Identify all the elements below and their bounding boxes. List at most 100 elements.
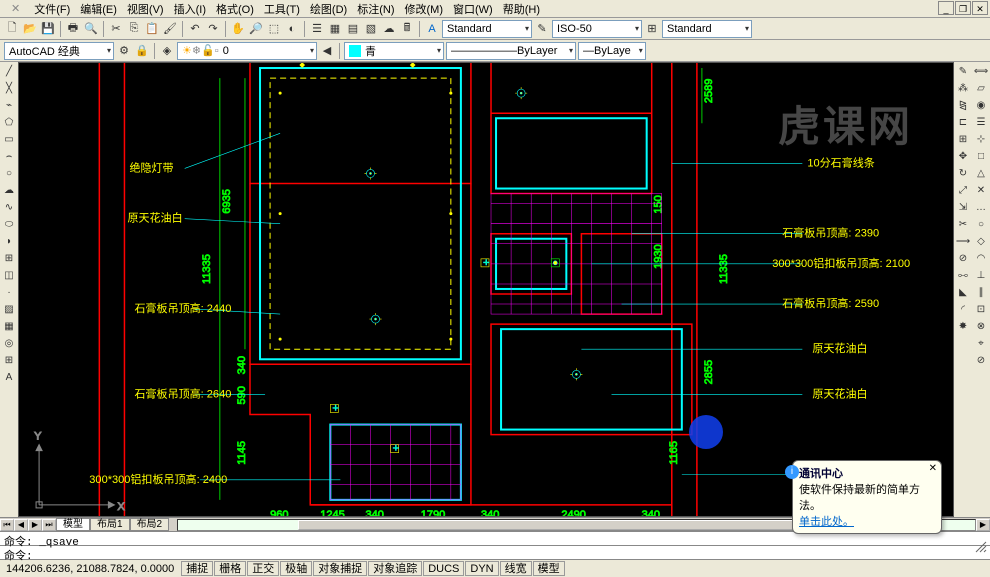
min-button[interactable]: _ <box>938 1 954 15</box>
array-icon[interactable]: ⊞ <box>956 132 971 147</box>
scroll-right-icon[interactable]: ▶ <box>976 519 990 531</box>
drawing-canvas[interactable]: 6935 11335 960 1245 340 1790 340 2490 34… <box>18 62 954 517</box>
dist-icon[interactable]: ⟺ <box>974 64 989 79</box>
layer-mgr-icon[interactable]: ◈ <box>159 43 175 59</box>
scale-icon[interactable]: ⤢ <box>956 183 971 198</box>
linetype-dropdown[interactable]: —————— ByLayer <box>446 42 576 60</box>
close-button[interactable]: ✕ <box>972 1 988 15</box>
osnap-nod-icon[interactable]: ⊗ <box>974 319 989 334</box>
ssm-icon[interactable]: ▧ <box>363 21 379 37</box>
ellipsearc-tool-icon[interactable]: ◗ <box>2 234 17 249</box>
osnap-end-icon[interactable]: □ <box>974 149 989 164</box>
pan-icon[interactable]: ✋ <box>230 21 246 37</box>
osnap-ins-icon[interactable]: ⊡ <box>974 302 989 317</box>
osnap-ext-icon[interactable]: … <box>974 200 989 215</box>
menu-window[interactable]: 窗口(W) <box>450 0 496 18</box>
menu-tools[interactable]: 工具(T) <box>261 0 303 18</box>
hatch-tool-icon[interactable]: ▨ <box>2 302 17 317</box>
arc-tool-icon[interactable]: ⌢ <box>2 149 17 164</box>
menu-modify[interactable]: 修改(M) <box>402 0 447 18</box>
cut-icon[interactable]: ✂ <box>108 21 124 37</box>
restore-button[interactable]: ❐ <box>955 1 971 15</box>
osnap-nea-icon[interactable]: ⌖ <box>974 336 989 351</box>
menu-help[interactable]: 帮助(H) <box>500 0 543 18</box>
menu-file[interactable]: 文件(F) <box>31 0 73 18</box>
dim-style-icon[interactable]: ✎ <box>534 21 550 37</box>
markup-icon[interactable]: ☁ <box>381 21 397 37</box>
lineweight-dropdown[interactable]: — ByLaye <box>578 42 646 60</box>
tp-icon[interactable]: ▤ <box>345 21 361 37</box>
save-icon[interactable]: 💾 <box>40 21 56 37</box>
osnap-qua-icon[interactable]: ◇ <box>974 234 989 249</box>
color-dropdown[interactable]: 青 <box>344 42 444 60</box>
circle-tool-icon[interactable]: ○ <box>2 166 17 181</box>
osnap-mid-icon[interactable]: △ <box>974 166 989 181</box>
area-icon[interactable]: ▱ <box>974 81 989 96</box>
table-style-dropdown[interactable]: Standard <box>662 20 752 38</box>
dyn-toggle[interactable]: DYN <box>465 561 498 576</box>
tab-prev-icon[interactable]: ◀ <box>14 519 28 531</box>
rect-tool-icon[interactable]: ▭ <box>2 132 17 147</box>
block-tool-icon[interactable]: ◫ <box>2 268 17 283</box>
menu-insert[interactable]: 插入(I) <box>171 0 209 18</box>
model-toggle[interactable]: 模型 <box>533 561 565 576</box>
resize-grip-icon[interactable] <box>974 540 988 554</box>
erase-icon[interactable]: ✎ <box>956 64 971 79</box>
osnap-per-icon[interactable]: ⊥ <box>974 268 989 283</box>
zoom-window-icon[interactable]: ⬚ <box>266 21 282 37</box>
tab-first-icon[interactable]: ⏮ <box>0 519 14 531</box>
polar-toggle[interactable]: 极轴 <box>280 561 312 576</box>
layer-dropdown[interactable]: ☀❄🔓▫ 0 <box>177 42 317 60</box>
command-input[interactable]: 命令: <box>0 545 990 559</box>
menu-format[interactable]: 格式(O) <box>213 0 257 18</box>
point-tool-icon[interactable]: · <box>2 285 17 300</box>
extend-icon[interactable]: ⟶ <box>956 234 971 249</box>
region-tool-icon[interactable]: ◎ <box>2 336 17 351</box>
text-style-dropdown[interactable]: Standard <box>442 20 532 38</box>
redo-icon[interactable]: ↷ <box>205 21 221 37</box>
dc-icon[interactable]: ▦ <box>327 21 343 37</box>
zoom-prev-icon[interactable]: ◐ <box>284 21 300 37</box>
preview-icon[interactable]: 🔍 <box>83 21 99 37</box>
grid-toggle[interactable]: 栅格 <box>214 561 246 576</box>
move-icon[interactable]: ✥ <box>956 149 971 164</box>
rotate-icon[interactable]: ↻ <box>956 166 971 181</box>
snap-toggle[interactable]: 捕捉 <box>181 561 213 576</box>
workspace-dropdown[interactable]: AutoCAD 经典 <box>4 42 114 60</box>
polygon-tool-icon[interactable]: ⬠ <box>2 115 17 130</box>
tab-next-icon[interactable]: ▶ <box>28 519 42 531</box>
ellipse-tool-icon[interactable]: ⬭ <box>2 217 17 232</box>
region2-icon[interactable]: ◉ <box>974 98 989 113</box>
notify-link[interactable]: 单击此处。 <box>799 516 854 528</box>
tab-layout1[interactable]: 布局1 <box>90 518 130 531</box>
id-icon[interactable]: ⊹ <box>974 132 989 147</box>
trim-icon[interactable]: ✂ <box>956 217 971 232</box>
open-icon[interactable]: 📂 <box>22 21 38 37</box>
menu-draw[interactable]: 绘图(D) <box>307 0 350 18</box>
table-tool-icon[interactable]: ⊞ <box>2 353 17 368</box>
gradient-tool-icon[interactable]: ▦ <box>2 319 17 334</box>
tab-model[interactable]: 模型 <box>56 518 90 531</box>
spline-tool-icon[interactable]: ∿ <box>2 200 17 215</box>
osnap-toggle[interactable]: 对象捕捉 <box>313 561 367 576</box>
text-style-icon[interactable]: A <box>424 21 440 37</box>
osnap-tan-icon[interactable]: ◠ <box>974 251 989 266</box>
notify-close-icon[interactable]: ✕ <box>929 463 937 474</box>
stretch-icon[interactable]: ⇲ <box>956 200 971 215</box>
mtext-tool-icon[interactable]: A <box>2 370 17 385</box>
revcloud-tool-icon[interactable]: ☁ <box>2 183 17 198</box>
insert-tool-icon[interactable]: ⊞ <box>2 251 17 266</box>
menu-view[interactable]: 视图(V) <box>124 0 167 18</box>
ortho-toggle[interactable]: 正交 <box>247 561 279 576</box>
mirror-icon[interactable]: ⧎ <box>956 98 971 113</box>
print-icon[interactable]: 🖶 <box>65 21 81 37</box>
menu-edit[interactable]: 编辑(E) <box>77 0 120 18</box>
xline-tool-icon[interactable]: ╳ <box>2 81 17 96</box>
osnap-int-icon[interactable]: ✕ <box>974 183 989 198</box>
osnap-none-icon[interactable]: ⊘ <box>974 353 989 368</box>
dim-style-dropdown[interactable]: ISO-50 <box>552 20 642 38</box>
tab-last-icon[interactable]: ⏭ <box>42 519 56 531</box>
fillet-icon[interactable]: ◜ <box>956 302 971 317</box>
osnap-cen-icon[interactable]: ○ <box>974 217 989 232</box>
join-icon[interactable]: ⧟ <box>956 268 971 283</box>
